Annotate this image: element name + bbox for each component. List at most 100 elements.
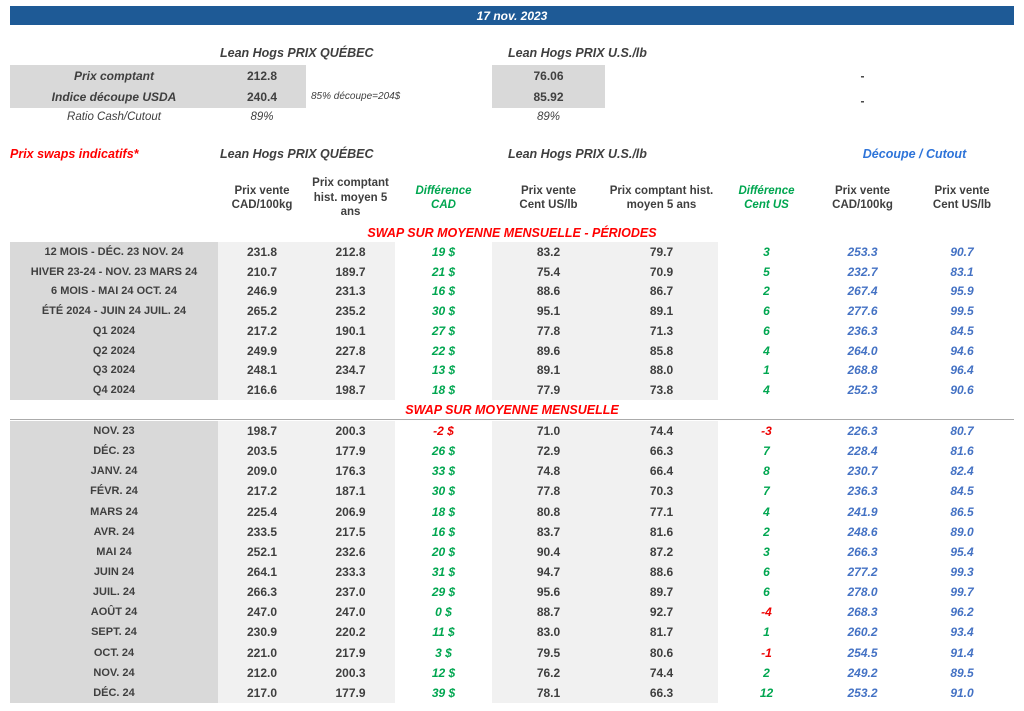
row-label: 6 MOIS - MAI 24 OCT. 24 xyxy=(10,281,218,302)
cutout-us: 90.6 xyxy=(950,383,974,398)
header-prix-vente-us: Prix vente Cent US/lb xyxy=(519,184,578,211)
swaps-us-title: Lean Hogs PRIX U.S./lb xyxy=(508,147,647,161)
cad-vente: 210.7 xyxy=(218,261,306,282)
cutout-cad: 252.3 xyxy=(847,383,878,398)
cutout-us: 81.6 xyxy=(950,444,974,459)
cutout-cad: 253.3 xyxy=(847,244,878,259)
diff-cad: 22 $ xyxy=(431,343,456,358)
diff-us: 7 xyxy=(763,484,770,499)
cad-vente: 212.0 xyxy=(218,662,306,683)
row-label: Q2 2024 xyxy=(10,340,218,361)
diff-cad: 18 $ xyxy=(431,383,456,398)
cad-vente: 198.7 xyxy=(218,421,306,442)
cad-vente: 233.5 xyxy=(218,521,306,542)
cutout-cad: 232.7 xyxy=(847,264,878,279)
cad-hist: 227.8 xyxy=(306,340,395,361)
cutout-cad: 268.3 xyxy=(847,605,878,620)
diff-cad: 30 $ xyxy=(431,484,456,499)
diff-us: -1 xyxy=(761,645,772,660)
cutout-us: 94.6 xyxy=(950,343,974,358)
row-label: MAI 24 xyxy=(10,541,218,562)
cutout-us: 86.5 xyxy=(950,504,974,519)
swap-report: { "date_banner": "17 nov. 2023", "spot":… xyxy=(0,0,1024,711)
cad-vente: 217.2 xyxy=(218,321,306,341)
cutout-cad: 236.3 xyxy=(847,484,878,499)
diff-us: -3 xyxy=(761,424,772,439)
row-label: 12 MOIS - DÉC. 23 NOV. 24 xyxy=(10,242,218,262)
diff-cad: 31 $ xyxy=(431,565,456,580)
diff-cad: 30 $ xyxy=(431,304,456,319)
cad-hist: 232.6 xyxy=(306,541,395,562)
us-vente: 88.6 xyxy=(492,281,605,302)
spot-us-ratio: 89% xyxy=(536,111,561,123)
spot-label-comptant: Prix comptant xyxy=(73,68,154,83)
us-hist: 66.3 xyxy=(605,441,718,462)
cad-hist: 212.8 xyxy=(306,242,395,262)
cad-hist: 234.7 xyxy=(306,360,395,381)
monthly-heading: SWAP SUR MOYENNE MENSUELLE xyxy=(405,403,619,417)
row-label: DÉC. 24 xyxy=(10,682,218,703)
us-vente: 83.2 xyxy=(492,242,605,262)
cad-vente: 221.0 xyxy=(218,642,306,663)
cad-vente: 247.0 xyxy=(218,602,306,623)
spot-us-indice: 85.92 xyxy=(533,90,564,104)
cutout-cad: 241.9 xyxy=(847,504,878,519)
diff-cad: 29 $ xyxy=(431,585,456,600)
cutout-us: 91.0 xyxy=(950,685,974,700)
cad-vente: 248.1 xyxy=(218,360,306,381)
us-hist: 87.2 xyxy=(605,541,718,562)
diff-us: 4 xyxy=(763,343,770,358)
us-vente: 95.1 xyxy=(492,301,605,321)
row-label: JANV. 24 xyxy=(10,461,218,482)
us-hist: 89.7 xyxy=(605,582,718,603)
cad-hist: 233.3 xyxy=(306,561,395,583)
diff-us: 6 xyxy=(763,323,770,338)
diff-cad: 33 $ xyxy=(431,464,456,479)
diff-us: 2 xyxy=(763,284,770,299)
cutout-us: 90.7 xyxy=(950,244,974,259)
row-label: SEPT. 24 xyxy=(10,622,218,643)
cutout-us: 84.5 xyxy=(950,484,974,499)
cutout-cad: 249.2 xyxy=(847,665,878,680)
cutout-cad: 266.3 xyxy=(847,544,878,559)
cutout-cad: 278.0 xyxy=(847,585,878,600)
cutout-us: 95.9 xyxy=(950,284,974,299)
cutout-us: 89.5 xyxy=(950,665,974,680)
us-vente: 75.4 xyxy=(492,261,605,282)
diff-cad: 16 $ xyxy=(431,284,456,299)
diff-us: -4 xyxy=(761,605,772,620)
us-vente: 94.7 xyxy=(492,561,605,583)
monthly-table: NOV. 23 198.7 200.3 -2 $71.0 74.4 -3 226.3 80.7… xyxy=(10,421,1014,703)
cad-vente: 216.6 xyxy=(218,380,306,400)
cad-hist: 247.0 xyxy=(306,602,395,623)
swaps-title: Prix swaps indicatifs* xyxy=(10,147,139,161)
header-spacer xyxy=(10,170,218,226)
diff-cad: 20 $ xyxy=(431,544,456,559)
diff-cad: 12 $ xyxy=(431,665,456,680)
us-hist: 88.0 xyxy=(605,360,718,381)
spot-qc-indice: 240.4 xyxy=(246,90,278,104)
cutout-cad: 230.7 xyxy=(847,464,878,479)
header-difference-cad: Différence CAD xyxy=(415,184,472,211)
us-vente: 89.6 xyxy=(492,340,605,361)
cad-vente: 264.1 xyxy=(218,561,306,583)
swaps-quebec-title: Lean Hogs PRIX QUÉBEC xyxy=(220,147,374,161)
diff-cad: -2 $ xyxy=(433,424,454,439)
decoupe-note: 85% découpe=204$ xyxy=(311,91,401,102)
us-hist: 89.1 xyxy=(605,301,718,321)
us-vente: 88.7 xyxy=(492,602,605,623)
cutout-us: 84.5 xyxy=(950,323,974,338)
diff-us: 6 xyxy=(763,585,770,600)
us-hist: 70.9 xyxy=(605,261,718,282)
cad-vente: 209.0 xyxy=(218,461,306,482)
row-label: DÉC. 23 xyxy=(10,441,218,462)
cad-vente: 265.2 xyxy=(218,301,306,321)
us-vente: 90.4 xyxy=(492,541,605,562)
cad-hist: 187.1 xyxy=(306,481,395,502)
us-hist: 71.3 xyxy=(605,321,718,341)
us-vente: 83.0 xyxy=(492,622,605,643)
cad-vente: 203.5 xyxy=(218,441,306,462)
cutout-us: 96.4 xyxy=(950,363,974,378)
cutout-us: 83.1 xyxy=(950,264,974,279)
us-hist: 70.3 xyxy=(605,481,718,502)
